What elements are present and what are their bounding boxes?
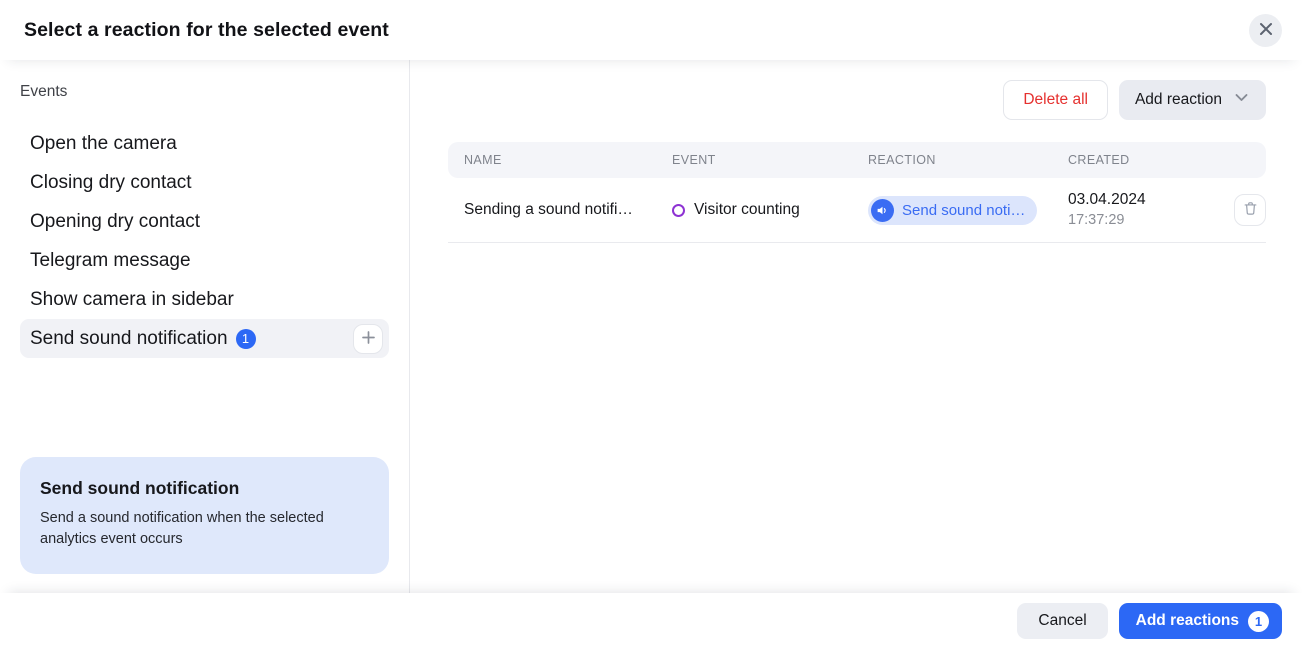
column-header-reaction: REACTION <box>868 153 1068 167</box>
sidebar-item-open-the-camera[interactable]: Open the camera <box>20 124 389 163</box>
info-description: Send a sound notification when the selec… <box>40 508 369 552</box>
sidebar-item-show-camera-in-sidebar[interactable]: Show camera in sidebar <box>20 280 389 319</box>
speaker-icon <box>871 199 894 222</box>
event-info-box: Send sound notification Send a sound not… <box>20 457 389 575</box>
event-item-label: Show camera in sidebar <box>30 289 234 311</box>
event-cell-label: Visitor counting <box>694 201 800 219</box>
event-cell: Visitor counting <box>672 201 868 219</box>
events-heading: Events <box>20 83 409 101</box>
add-reaction-label: Add reaction <box>1135 91 1222 109</box>
sidebar-item-closing-dry-contact[interactable]: Closing dry contact <box>20 163 389 202</box>
created-cell: 03.04.2024 17:37:29 <box>1068 190 1216 230</box>
reactions-table: NAME EVENT REACTION CREATED Sending a so… <box>448 142 1266 243</box>
column-header-event: EVENT <box>672 153 868 167</box>
column-header-name: NAME <box>448 153 672 167</box>
add-reactions-button[interactable]: Add reactions 1 <box>1119 603 1282 639</box>
created-date: 03.04.2024 <box>1068 190 1216 211</box>
modal-header: Select a reaction for the selected event <box>0 0 1302 60</box>
modal-footer: Cancel Add reactions 1 <box>0 593 1302 649</box>
event-item-label: Open the camera <box>30 133 177 155</box>
event-list: Open the camera Closing dry contact Open… <box>0 124 409 358</box>
event-item-label: Telegram message <box>30 250 191 272</box>
reactions-toolbar: Delete all Add reaction <box>448 80 1266 120</box>
trash-icon <box>1242 200 1259 220</box>
event-item-label: Opening dry contact <box>30 211 200 233</box>
reaction-pill-label: Send sound noti… <box>902 202 1025 219</box>
created-time: 17:37:29 <box>1068 211 1216 231</box>
info-title: Send sound notification <box>40 478 369 499</box>
event-item-label: Closing dry contact <box>30 172 192 194</box>
close-button[interactable] <box>1249 14 1282 47</box>
close-icon <box>1259 22 1273 39</box>
sidebar-item-opening-dry-contact[interactable]: Opening dry contact <box>20 202 389 241</box>
reactions-panel: Delete all Add reaction NAME EVENT REACT… <box>411 60 1302 593</box>
event-item-label: Send sound notification <box>30 328 228 350</box>
cancel-button[interactable]: Cancel <box>1017 603 1107 639</box>
row-actions-cell <box>1216 194 1266 226</box>
reaction-name-cell: Sending a sound notifi… <box>448 201 672 219</box>
add-event-reaction-button[interactable] <box>353 324 383 354</box>
reaction-cell: Send sound noti… <box>868 196 1068 225</box>
add-reactions-count-badge: 1 <box>1248 611 1269 632</box>
add-reactions-label: Add reactions <box>1136 612 1239 630</box>
event-ring-icon <box>672 204 685 217</box>
column-header-created: CREATED <box>1068 153 1216 167</box>
chevron-down-icon <box>1233 89 1250 111</box>
sidebar-item-send-sound-notification[interactable]: Send sound notification 1 <box>20 319 389 358</box>
select-reaction-modal: Select a reaction for the selected event… <box>0 0 1302 649</box>
add-reaction-dropdown-button[interactable]: Add reaction <box>1119 80 1266 120</box>
reaction-pill[interactable]: Send sound noti… <box>868 196 1037 225</box>
delete-all-button[interactable]: Delete all <box>1003 80 1108 120</box>
delete-row-button[interactable] <box>1234 194 1266 226</box>
sidebar-item-telegram-message[interactable]: Telegram message <box>20 241 389 280</box>
table-header-row: NAME EVENT REACTION CREATED <box>448 142 1266 178</box>
plus-icon <box>361 330 376 348</box>
selected-count-badge: 1 <box>236 329 256 349</box>
page-title: Select a reaction for the selected event <box>24 19 389 42</box>
events-sidebar: Events Open the camera Closing dry conta… <box>0 60 410 593</box>
table-row: Sending a sound notifi… Visitor counting… <box>448 178 1266 243</box>
